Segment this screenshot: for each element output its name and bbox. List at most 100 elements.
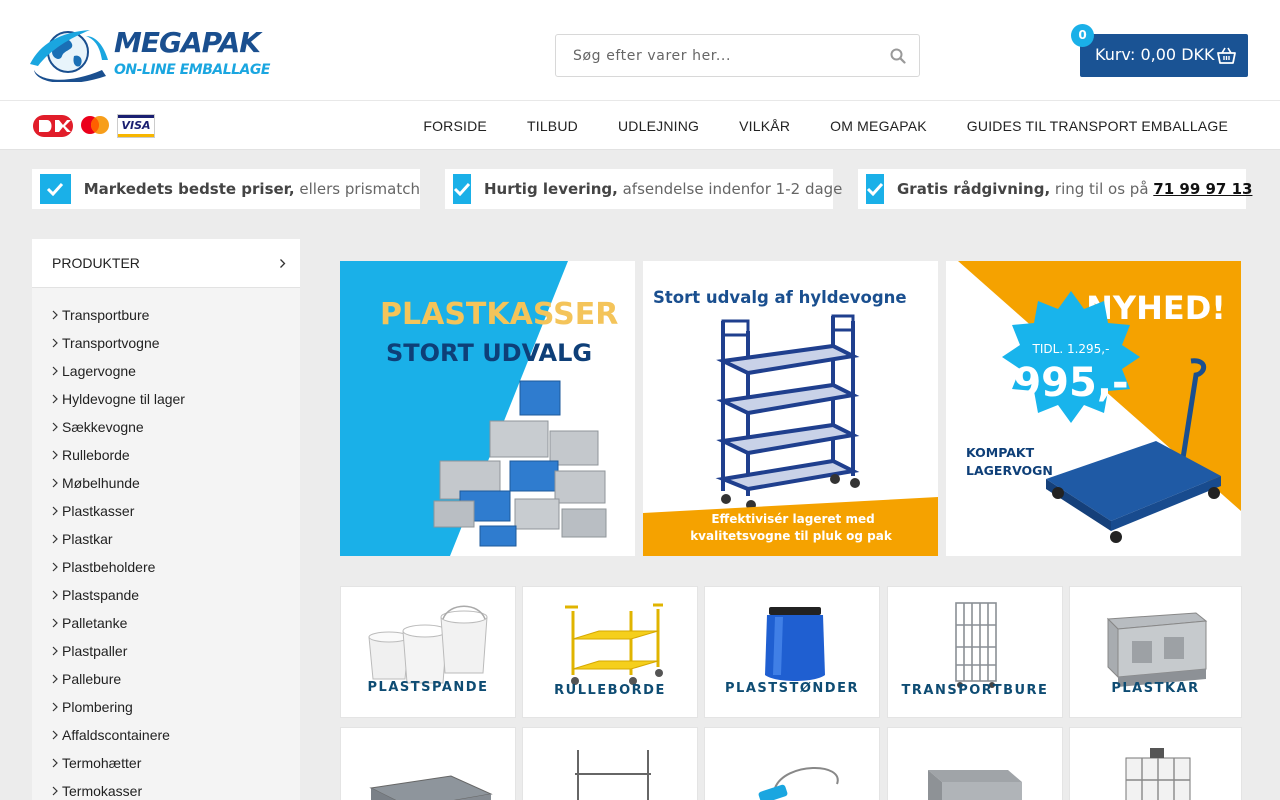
chevron-right-icon <box>52 702 58 712</box>
sidebar-item[interactable]: Sækkevogne <box>32 413 300 441</box>
nav-vilkar[interactable]: VILKÅR <box>739 118 790 134</box>
usp-fast-delivery: Hurtig levering, afsendelse indenfor 1-2… <box>445 169 842 209</box>
mastercard-icon <box>81 116 109 134</box>
banner-hyldevogne-footer-line1: Effektivisér lageret med <box>711 512 874 526</box>
sidebar-heading-label: PRODUKTER <box>52 255 140 271</box>
banner-nyhed[interactable]: NYHED! TIDL. 1.295,- 995,- KOMPAKT LAGER… <box>946 261 1241 556</box>
sidebar-heading[interactable]: PRODUKTER <box>32 239 300 288</box>
plastic-pallet-image <box>369 775 493 800</box>
nav-tilbud[interactable]: TILBUD <box>527 118 578 134</box>
banner-plastkasser[interactable]: PLASTKASSER STORT UDVALG <box>340 261 635 556</box>
visa-icon: VISA <box>117 114 155 138</box>
sidebar-item-label: Plombering <box>62 699 133 715</box>
tile-label: TRANSPORTBURE <box>901 683 1049 698</box>
tile-ibc-tank[interactable] <box>1069 727 1242 800</box>
sidebar-item[interactable]: Affaldscontainere <box>32 721 300 749</box>
checkmark-icon <box>40 174 71 204</box>
banner-hyldevogne-footer-line2: kvalitetsvogne til pluk og pak <box>690 529 893 543</box>
primary-nav: FORSIDE TILBUD UDLEJNING VILKÅR OM MEGAP… <box>383 101 1228 150</box>
chevron-right-icon <box>52 478 58 488</box>
tile-rulleborde[interactable]: RULLEBORDE <box>522 586 698 718</box>
chevron-right-icon <box>52 786 58 796</box>
sidebar-item[interactable]: Transportbure <box>32 301 300 329</box>
sidebar-item[interactable]: Lagervogne <box>32 357 300 385</box>
sidebar-item[interactable]: Transportvogne <box>32 329 300 357</box>
sidebar-item-label: Palletanke <box>62 615 128 631</box>
sidebar-item[interactable]: Plastkar <box>32 525 300 553</box>
chevron-right-icon <box>52 394 58 404</box>
banner-nyhed-label-line2: LAGERVOGN <box>966 463 1053 478</box>
tile-plastspande[interactable]: PLASTSPANDE <box>340 586 516 718</box>
sidebar-item-label: Plastkasser <box>62 503 135 519</box>
chevron-right-icon <box>52 422 58 432</box>
chevron-right-icon <box>52 646 58 656</box>
banner-hyldevogne-title: Stort udvalg af hyldevogne <box>653 288 907 307</box>
sidebar-item[interactable]: Plastbeholdere <box>32 553 300 581</box>
sidebar-item[interactable]: Plastspande <box>32 581 300 609</box>
sidebar-item[interactable]: Rulleborde <box>32 441 300 469</box>
service-cart-image <box>565 603 663 685</box>
sidebar-item[interactable]: Palletanke <box>32 609 300 637</box>
sidebar-item-label: Termokasser <box>62 783 143 799</box>
sidebar-item-label: Møbelhunde <box>62 475 140 491</box>
tile-pallet[interactable] <box>340 727 516 800</box>
tile-trolley[interactable] <box>522 727 698 800</box>
banner-hyldevogne[interactable]: Stort udvalg af hyldevogne Effektivisér … <box>643 261 938 556</box>
cart-button[interactable]: Kurv: 0,00 DKK <box>1080 34 1248 77</box>
banner-nyhed-label-line1: KOMPAKT <box>966 445 1035 460</box>
tile-label: PLASTSTØNDER <box>725 681 859 696</box>
banner-nyhed-old-price: TIDL. 1.295,- <box>1032 342 1110 356</box>
sidebar-item[interactable]: Plastkasser <box>32 497 300 525</box>
tile-seal[interactable] <box>704 727 880 800</box>
sidebar-item-label: Affaldscontainere <box>62 727 170 743</box>
sidebar-item[interactable]: Plastpaller <box>32 637 300 665</box>
megapak-logo[interactable]: MEGAPAK ON-LINE EMBALLAGE <box>30 26 270 84</box>
chevron-right-icon <box>52 534 58 544</box>
chevron-right-icon <box>52 366 58 376</box>
usp-text: ring til os på <box>1050 180 1154 198</box>
nav-forside[interactable]: FORSIDE <box>423 118 487 134</box>
tile-plastkar[interactable]: PLASTKAR <box>1069 586 1242 718</box>
nav-om-megapak[interactable]: OM MEGAPAK <box>830 118 927 134</box>
logo-title: MEGAPAK <box>114 26 261 59</box>
usp-text: ellers prismatch <box>294 180 420 198</box>
tile-transportbure[interactable]: TRANSPORTBURE <box>887 586 1063 718</box>
sidebar-item[interactable]: Termokasser <box>32 777 300 800</box>
sidebar-category-list: Transportbure Transportvogne Lagervogne Hyl… <box>32 288 300 800</box>
search-input[interactable] <box>556 35 876 76</box>
chevron-right-icon <box>52 618 58 628</box>
phone-link[interactable]: 71 99 97 13 <box>1153 180 1252 198</box>
chevron-right-icon <box>52 562 58 572</box>
logo-subtitle: ON-LINE EMBALLAGE <box>114 62 270 78</box>
sidebar-item-label: Plastkar <box>62 531 113 547</box>
usp-bold: Markedets bedste priser, <box>83 180 295 198</box>
sidebar-item-label: Plastspande <box>62 587 140 603</box>
usp-best-prices: Markedets bedste priser, ellers prismatc… <box>32 169 420 209</box>
checkmark-icon <box>866 174 884 204</box>
chevron-right-icon <box>52 730 58 740</box>
sidebar-item[interactable]: Hyldevogne til lager <box>32 385 300 413</box>
search-icon[interactable] <box>890 48 906 64</box>
sidebar-item[interactable]: Plombering <box>32 693 300 721</box>
sidebar-item[interactable]: Møbelhunde <box>32 469 300 497</box>
euro-box-image <box>928 770 1022 800</box>
nav-udlejning[interactable]: UDLEJNING <box>618 118 699 134</box>
sidebar-item-label: Plastbeholdere <box>62 559 156 575</box>
sidebar-item[interactable]: Pallebure <box>32 665 300 693</box>
tile-plaststonder[interactable]: PLASTSTØNDER <box>704 586 880 718</box>
tile-plastic-box[interactable] <box>887 727 1063 800</box>
basket-icon <box>1217 47 1236 64</box>
visa-logo-text: VISA <box>121 119 151 132</box>
chevron-right-icon <box>52 590 58 600</box>
chevron-right-icon <box>52 338 58 348</box>
plastic-drum-image <box>765 607 825 681</box>
usp-text: afsendelse indenfor 1-2 dage <box>617 180 843 198</box>
search-box <box>555 34 920 77</box>
site-header: MEGAPAK ON-LINE EMBALLAGE Kurv: 0,00 DKK… <box>0 0 1280 100</box>
sidebar-item-label: Plastpaller <box>62 643 128 659</box>
sidebar-item[interactable]: Termohætter <box>32 749 300 777</box>
nav-guides[interactable]: GUIDES TIL TRANSPORT EMBALLAGE <box>967 118 1228 134</box>
roll-cage-image <box>955 602 997 688</box>
usp-bold: Hurtig levering, <box>484 180 618 198</box>
payment-methods: VISA <box>33 113 155 139</box>
